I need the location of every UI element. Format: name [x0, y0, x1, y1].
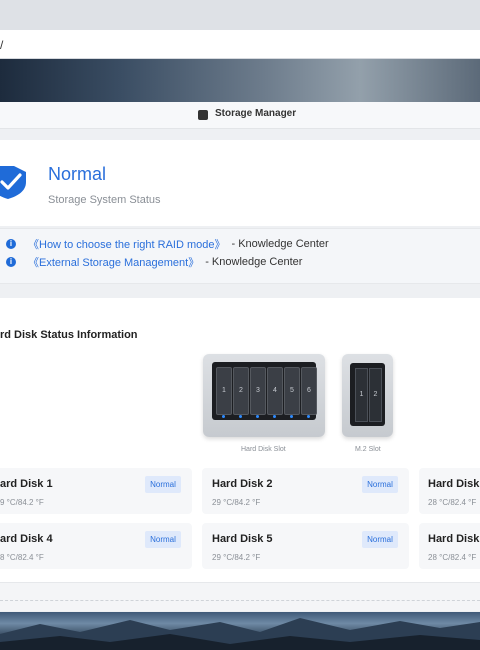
knowledge-link[interactable]: 《How to choose the right RAID mode》 — [28, 236, 225, 252]
status-badge: Normal — [145, 531, 181, 548]
disk-card[interactable]: Hard Disk 3 28 °C/82.4 °F — [419, 468, 480, 514]
disk-temperature: 29 °C/84.2 °F — [212, 553, 261, 562]
storage-manager-icon — [198, 110, 208, 120]
disk-temperature: 28 °C/82.4 °F — [428, 553, 477, 562]
m2-slot-2[interactable]: 2 — [369, 368, 382, 422]
status-badge: Normal — [145, 476, 181, 493]
browser-tab-bar — [0, 0, 480, 30]
section-title: rd Disk Status Information — [0, 329, 138, 341]
knowledge-link[interactable]: 《External Storage Management》 — [28, 254, 199, 270]
m2-slot-1[interactable]: 1 — [355, 368, 368, 422]
disk-name: Hard Disk 2 — [212, 478, 273, 490]
disk-name: ard Disk 1 — [0, 478, 53, 490]
bay-led — [273, 415, 276, 418]
drive-bay-4[interactable]: 4 — [267, 367, 283, 415]
disk-name: Hard Disk 6 — [428, 533, 480, 545]
drive-bay-1[interactable]: 1 — [216, 367, 232, 415]
disk-temperature: 28 °C/82.4 °F — [428, 498, 477, 507]
knowledge-link-row: i 《External Storage Management》 - Knowle… — [6, 254, 302, 270]
disk-card[interactable]: Hard Disk 2 29 °C/84.2 °F Normal — [202, 468, 409, 514]
drive-bay-6[interactable]: 6 — [301, 367, 317, 415]
drive-bay-3[interactable]: 3 — [250, 367, 266, 415]
disk-temperature: 9 °C/84.2 °F — [0, 498, 44, 507]
disk-card[interactable]: Hard Disk 5 29 °C/84.2 °F Normal — [202, 523, 409, 569]
disk-temperature: 29 °C/84.2 °F — [212, 498, 261, 507]
bay-led — [256, 415, 259, 418]
url-text: / — [0, 38, 4, 52]
disk-name: ard Disk 4 — [0, 533, 53, 545]
disk-name: Hard Disk 5 — [212, 533, 273, 545]
info-icon: i — [6, 239, 16, 249]
address-bar[interactable] — [0, 30, 480, 59]
section-divider — [0, 298, 480, 316]
m2-slot-label: M.2 Slot — [355, 446, 381, 453]
bay-led — [290, 415, 293, 418]
drive-bay-2[interactable]: 2 — [233, 367, 249, 415]
dashed-divider — [0, 600, 480, 601]
bay-led — [222, 415, 225, 418]
shield-check-icon — [0, 166, 26, 199]
status-subtitle: Storage System Status — [48, 194, 161, 206]
disk-card[interactable]: ard Disk 4 8 °C/82.4 °F Normal — [0, 523, 192, 569]
status-value: Normal — [48, 164, 107, 184]
knowledge-source: - Knowledge Center — [205, 256, 303, 268]
window-bottom-area — [0, 582, 480, 611]
status-badge: Normal — [362, 531, 398, 548]
disk-card[interactable]: Hard Disk 6 28 °C/82.4 °F — [419, 523, 480, 569]
mountain-wallpaper-image — [0, 618, 480, 650]
drive-bay-5[interactable]: 5 — [284, 367, 300, 415]
bay-led — [239, 415, 242, 418]
bay-led — [307, 415, 310, 418]
window-title: Storage Manager — [215, 108, 297, 119]
hard-disk-slot-label: Hard Disk Slot — [241, 446, 286, 453]
disk-name: Hard Disk 3 — [428, 478, 480, 490]
info-icon: i — [6, 257, 16, 267]
knowledge-source: - Knowledge Center — [231, 238, 329, 250]
desktop-wallpaper — [0, 59, 480, 102]
status-badge: Normal — [362, 476, 398, 493]
disk-temperature: 8 °C/82.4 °F — [0, 553, 44, 562]
knowledge-link-row: i 《How to choose the right RAID mode》 - … — [6, 236, 329, 252]
disk-card[interactable]: ard Disk 1 9 °C/84.2 °F Normal — [0, 468, 192, 514]
